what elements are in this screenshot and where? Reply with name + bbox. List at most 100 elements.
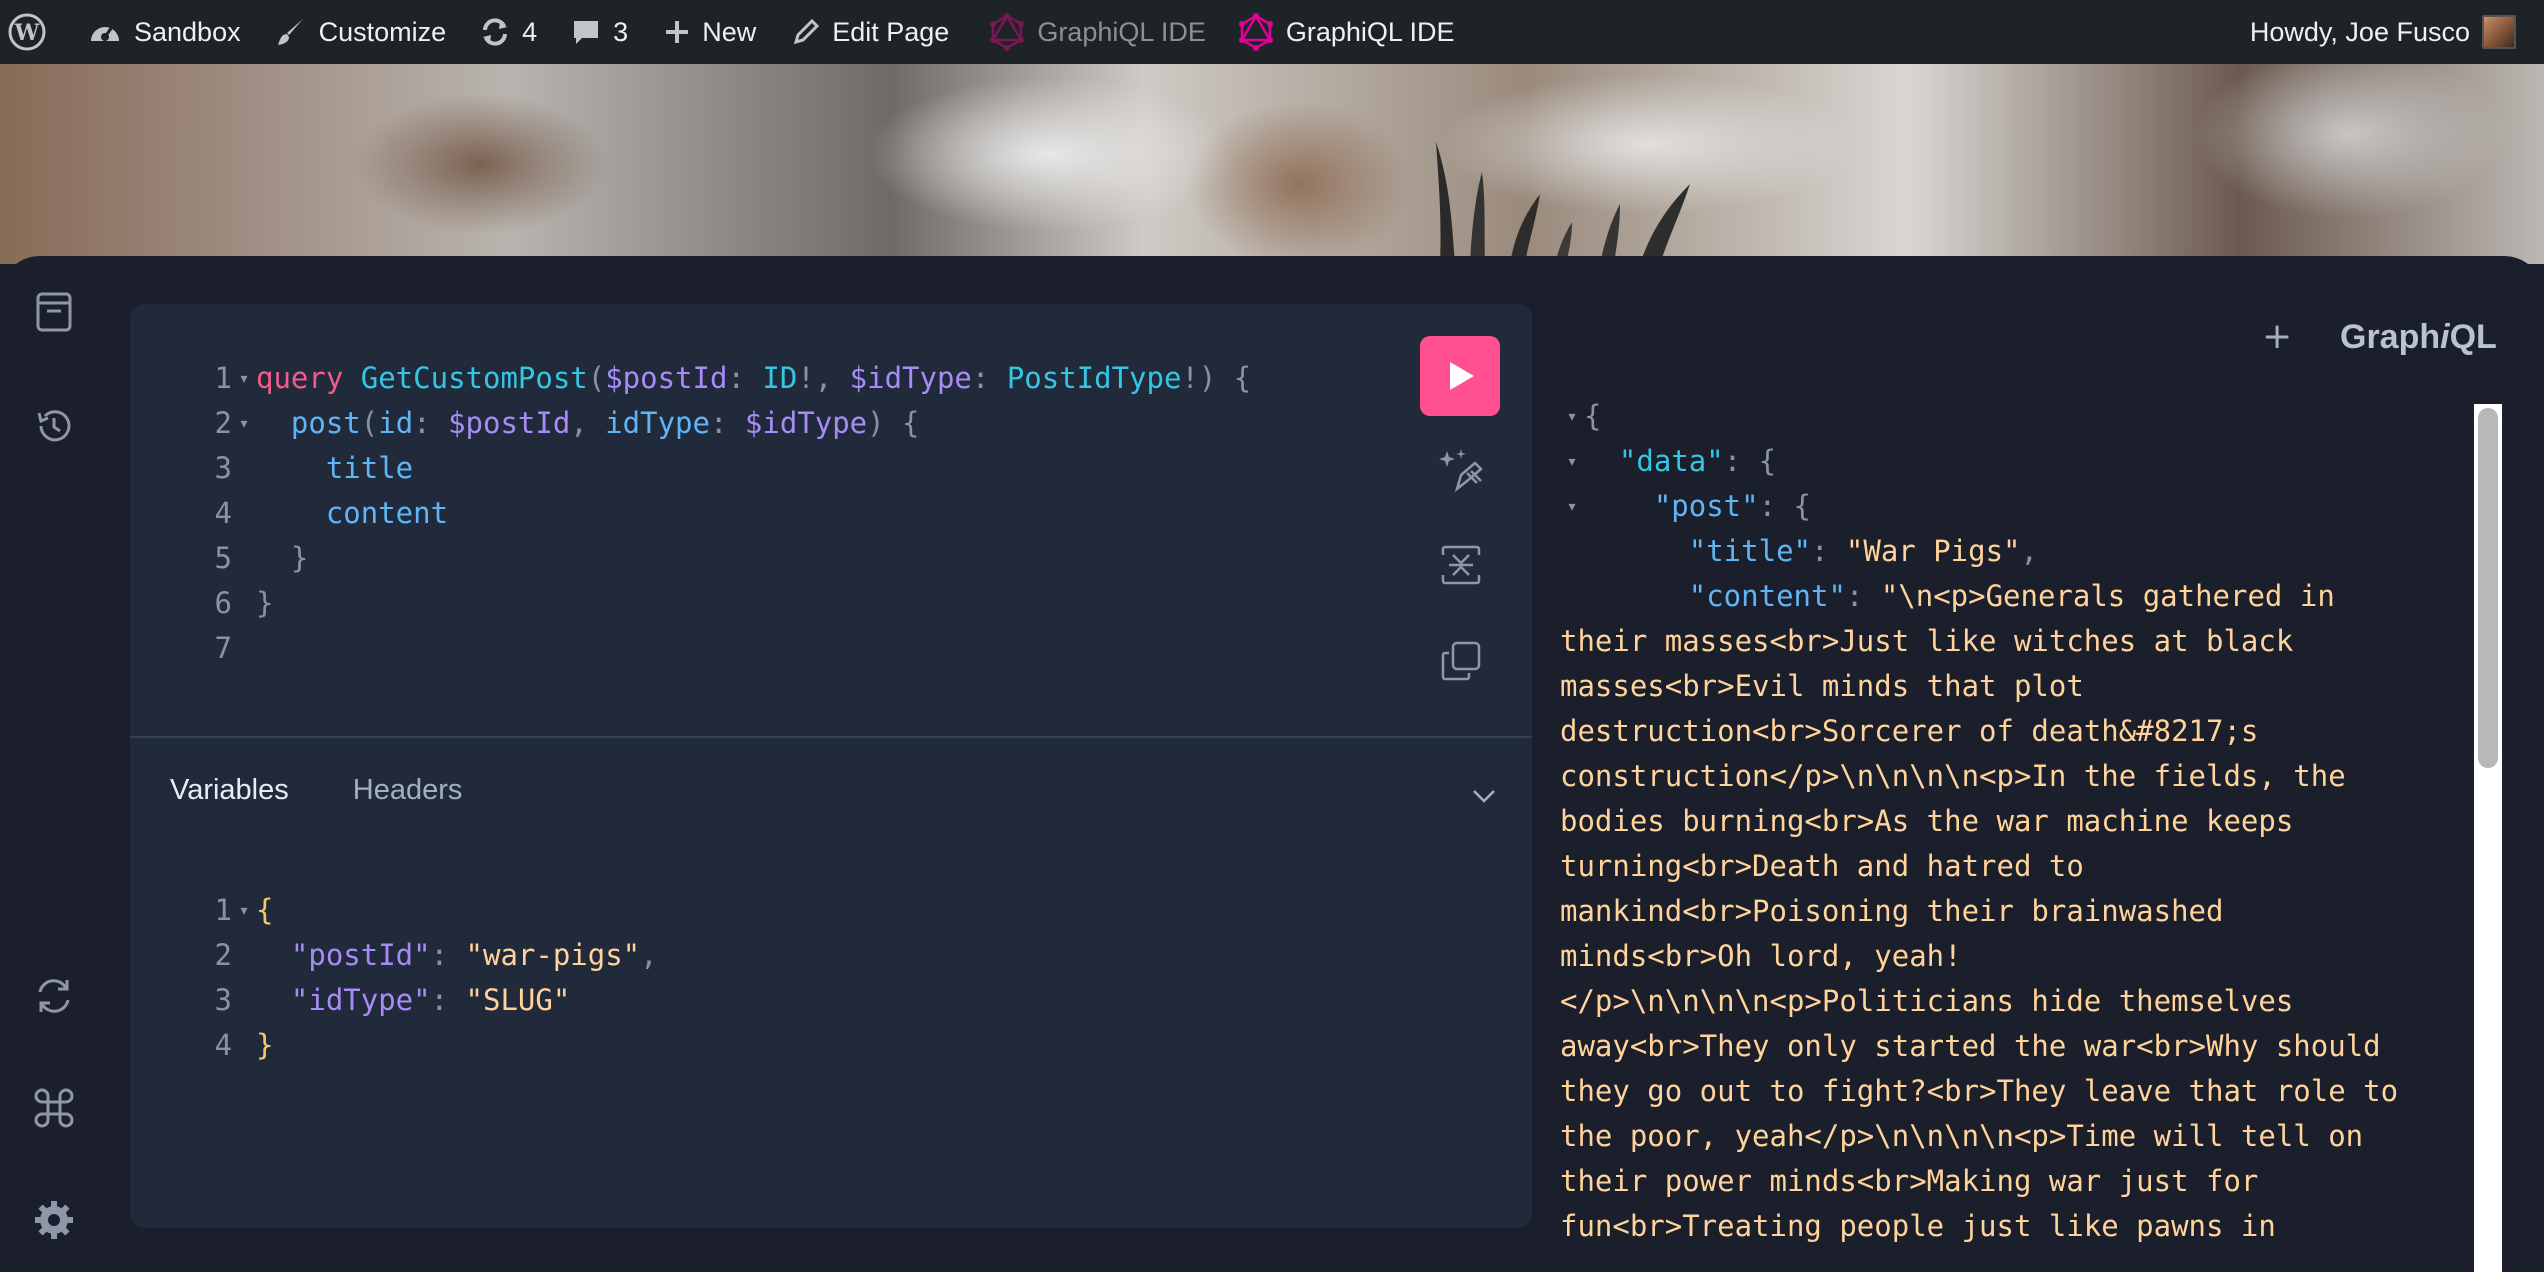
result-wrapped-line: turning<br>Death and hatred to — [1560, 844, 2398, 889]
code-token: idType — [605, 406, 710, 440]
fold-marker-icon[interactable]: ▾ — [232, 888, 256, 933]
code-token: id — [378, 406, 414, 440]
fold-marker-icon[interactable]: ▾ — [1560, 394, 1584, 439]
line-number: 1 — [214, 893, 232, 927]
result-string-text: construction</p>\n\n\n\n<p>In the fields… — [1560, 759, 2346, 793]
edit-page-link[interactable]: Edit Page — [792, 0, 949, 64]
code-token: content — [325, 496, 449, 530]
merge-fragments-button[interactable] — [1436, 540, 1486, 590]
graphiql-container: 1 ▾ query GetCustomPost($postId: ID!, $idT… — [0, 256, 2544, 1272]
result-wrapped-line: the poor, yeah</p>\n\n\n\n<p>Time will t… — [1560, 1114, 2398, 1159]
code-token: "\n<p>Generals gathered in — [1880, 579, 2335, 613]
query-editor[interactable]: 1 ▾ query GetCustomPost($postId: ID!, $idT… — [160, 356, 1252, 671]
run-query-button[interactable] — [1420, 336, 1500, 416]
settings-icon[interactable] — [30, 1196, 78, 1244]
fold-marker-icon[interactable]: ▾ — [1560, 484, 1584, 529]
tab-variables[interactable]: Variables — [170, 774, 289, 807]
code-text: post(id: $postId, idType: $idType) { — [256, 401, 920, 446]
result-wrapped-line: construction</p>\n\n\n\n<p>In the fields… — [1560, 754, 2398, 799]
result-string-text: minds<br>Oh lord, yeah! — [1560, 939, 1962, 973]
code-line: 3 "idType": "SLUG" — [160, 978, 658, 1023]
result-string-text: bodies burning<br>As the war machine kee… — [1560, 804, 2294, 838]
comment-bubble-icon — [574, 21, 599, 44]
run-icon — [1450, 362, 1474, 390]
add-tab-button[interactable]: + — [2262, 316, 2292, 357]
admin-bar: W Sandbox Customize 4 3 New Edit Page Gr… — [0, 0, 2544, 64]
docs-icon[interactable] — [30, 288, 78, 336]
copy-query-button[interactable] — [1436, 636, 1486, 686]
code-text: } — [256, 581, 273, 626]
refetch-schema-icon[interactable] — [30, 972, 78, 1020]
new-label: New — [702, 16, 757, 47]
result-text: { — [1584, 394, 1601, 439]
line-number: 4 — [214, 1028, 232, 1062]
code-token: : — [430, 983, 466, 1017]
code-token: query — [256, 361, 361, 395]
customize-label: Customize — [318, 16, 447, 47]
fold-marker-icon[interactable]: ▾ — [232, 401, 256, 446]
shortcuts-icon[interactable] — [30, 1084, 78, 1132]
code-line: 5 } — [160, 536, 1251, 581]
new-content-link[interactable]: New — [664, 0, 756, 64]
history-icon[interactable] — [30, 402, 78, 450]
result-string-text: fun<br>Treating people just like pawns i… — [1560, 1209, 2276, 1243]
variables-editor[interactable]: 1 ▾{2 "postId": "war-pigs", 3 "idType": "S… — [160, 888, 658, 1068]
code-token: GetCustomPost — [360, 361, 588, 395]
code-token: ( — [360, 406, 379, 440]
code-token: ! — [797, 361, 815, 395]
fold-gutter — [232, 581, 256, 626]
line-number: 3 — [214, 983, 232, 1017]
code-token: "SLUG" — [465, 983, 571, 1017]
merge-fragments-icon — [1441, 545, 1481, 585]
fold-gutter — [232, 1023, 256, 1068]
code-token: title — [325, 451, 414, 485]
comments-link[interactable]: 3 — [571, 0, 628, 64]
result-line: ▾ "data": { — [1560, 439, 2398, 484]
code-token: $postId — [605, 361, 728, 395]
code-line: 2 "postId": "war-pigs", — [160, 933, 658, 978]
fold-marker-icon[interactable]: ▾ — [1560, 439, 1584, 484]
result-string-text: away<br>They only started the war<br>Why… — [1560, 1029, 2381, 1063]
code-text: { — [256, 888, 273, 933]
howdy-label: Howdy, Joe Fusco — [2249, 16, 2470, 47]
fold-gutter — [232, 933, 256, 978]
wordpress-logo-icon[interactable]: W — [8, 0, 46, 64]
result-string-text: turning<br>Death and hatred to — [1560, 849, 2084, 883]
updates-link[interactable]: 4 — [480, 0, 537, 64]
updates-count: 4 — [522, 16, 538, 47]
tab-headers[interactable]: Headers — [353, 774, 463, 807]
fold-gutter — [232, 978, 256, 1023]
code-line: 3 title — [160, 446, 1251, 491]
result-line: "content": "\n<p>Generals gathered in — [1560, 574, 2398, 619]
result-wrapped-line: masses<br>Evil minds that plot — [1560, 664, 2398, 709]
code-text: title — [256, 446, 413, 491]
code-token: "war-pigs" — [465, 938, 641, 972]
graphiql-ide-link[interactable]: GraphiQL IDE — [1238, 0, 1454, 64]
result-viewer[interactable]: ▾{▾ "data": {▾ "post": { "title": "War P… — [1532, 394, 2472, 1272]
line-number: 6 — [214, 586, 232, 620]
code-line: 1 ▾ query GetCustomPost($postId: ID!, $idT… — [160, 356, 1252, 401]
graphiql-ide-link-dim[interactable]: GraphiQL IDE — [989, 0, 1206, 64]
pencil-icon — [794, 18, 820, 45]
fold-marker-icon[interactable]: ▾ — [232, 356, 256, 401]
line-number: 2 — [214, 406, 232, 440]
result-line: ▾{ — [1560, 394, 2398, 439]
code-text: } — [256, 1023, 273, 1068]
result-string-text: mankind<br>Poisoning their brainwashed — [1560, 894, 2224, 928]
collapse-editor-tools-button[interactable] — [1466, 778, 1502, 814]
fold-gutter — [232, 491, 256, 536]
site-name-link[interactable]: Sandbox — [88, 0, 241, 64]
code-token: $idType — [849, 361, 972, 395]
line-number: 1 — [214, 361, 232, 395]
svg-text:W: W — [14, 20, 40, 46]
code-text: content — [256, 491, 448, 536]
result-scrollbar-thumb[interactable] — [2478, 408, 2498, 768]
prettify-button[interactable] — [1436, 444, 1486, 494]
code-line: 4} — [160, 1023, 658, 1068]
my-account-link[interactable]: Howdy, Joe Fusco — [2250, 0, 2516, 64]
customize-link[interactable]: Customize — [275, 0, 447, 64]
result-text: "post": { — [1584, 484, 1811, 529]
